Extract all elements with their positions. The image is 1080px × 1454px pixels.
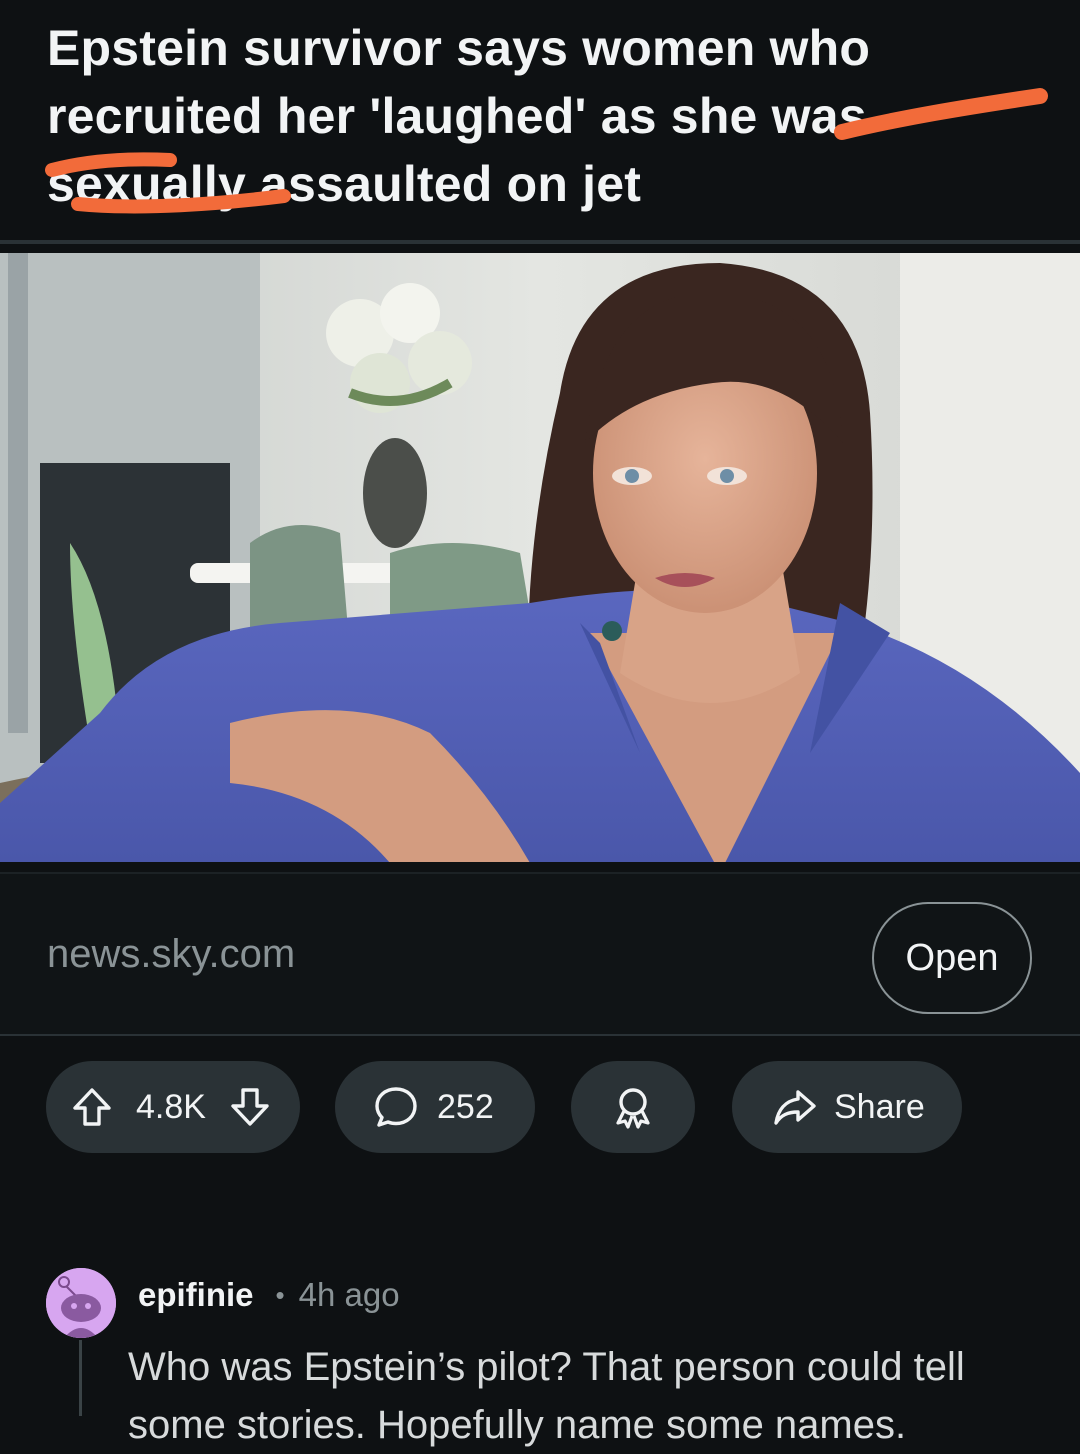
arrow-up-icon[interactable] bbox=[70, 1085, 114, 1129]
thread-line[interactable] bbox=[79, 1340, 82, 1416]
interview-photo bbox=[0, 253, 1080, 862]
award-button[interactable] bbox=[571, 1061, 695, 1153]
share-button[interactable]: Share bbox=[732, 1061, 962, 1153]
comment-timestamp: 4h ago bbox=[298, 1276, 400, 1313]
comment-body: Who was Epstein’s pilot? That person cou… bbox=[128, 1345, 965, 1447]
post-title-block: Epstein survivor says women who recruite… bbox=[0, 0, 1080, 242]
comment-author[interactable]: epifinie bbox=[138, 1276, 254, 1314]
post-title: Epstein survivor says women who recruite… bbox=[47, 20, 871, 212]
snoo-avatar-icon bbox=[46, 1268, 116, 1338]
avatar[interactable] bbox=[46, 1268, 116, 1338]
speech-bubble-icon bbox=[373, 1084, 419, 1130]
title-divider bbox=[0, 240, 1080, 244]
share-arrow-icon bbox=[772, 1084, 818, 1130]
meta-separator: • bbox=[275, 1279, 285, 1310]
arrow-down-icon[interactable] bbox=[228, 1085, 272, 1129]
award-ribbon-icon bbox=[610, 1084, 656, 1130]
link-preview-row[interactable]: news.sky.com Open bbox=[0, 872, 1080, 1036]
open-button-label: Open bbox=[905, 936, 999, 979]
comment-count: 252 bbox=[437, 1087, 494, 1126]
comments-button[interactable]: 252 bbox=[335, 1061, 535, 1153]
vote-score: 4.8K bbox=[136, 1087, 206, 1126]
comment-meta: epifinie • 4h ago bbox=[138, 1276, 400, 1314]
vote-pill: 4.8K bbox=[46, 1061, 300, 1153]
link-domain[interactable]: news.sky.com bbox=[47, 932, 295, 977]
share-label: Share bbox=[834, 1087, 925, 1126]
open-link-button[interactable]: Open bbox=[872, 902, 1032, 1014]
post-image[interactable] bbox=[0, 253, 1080, 862]
